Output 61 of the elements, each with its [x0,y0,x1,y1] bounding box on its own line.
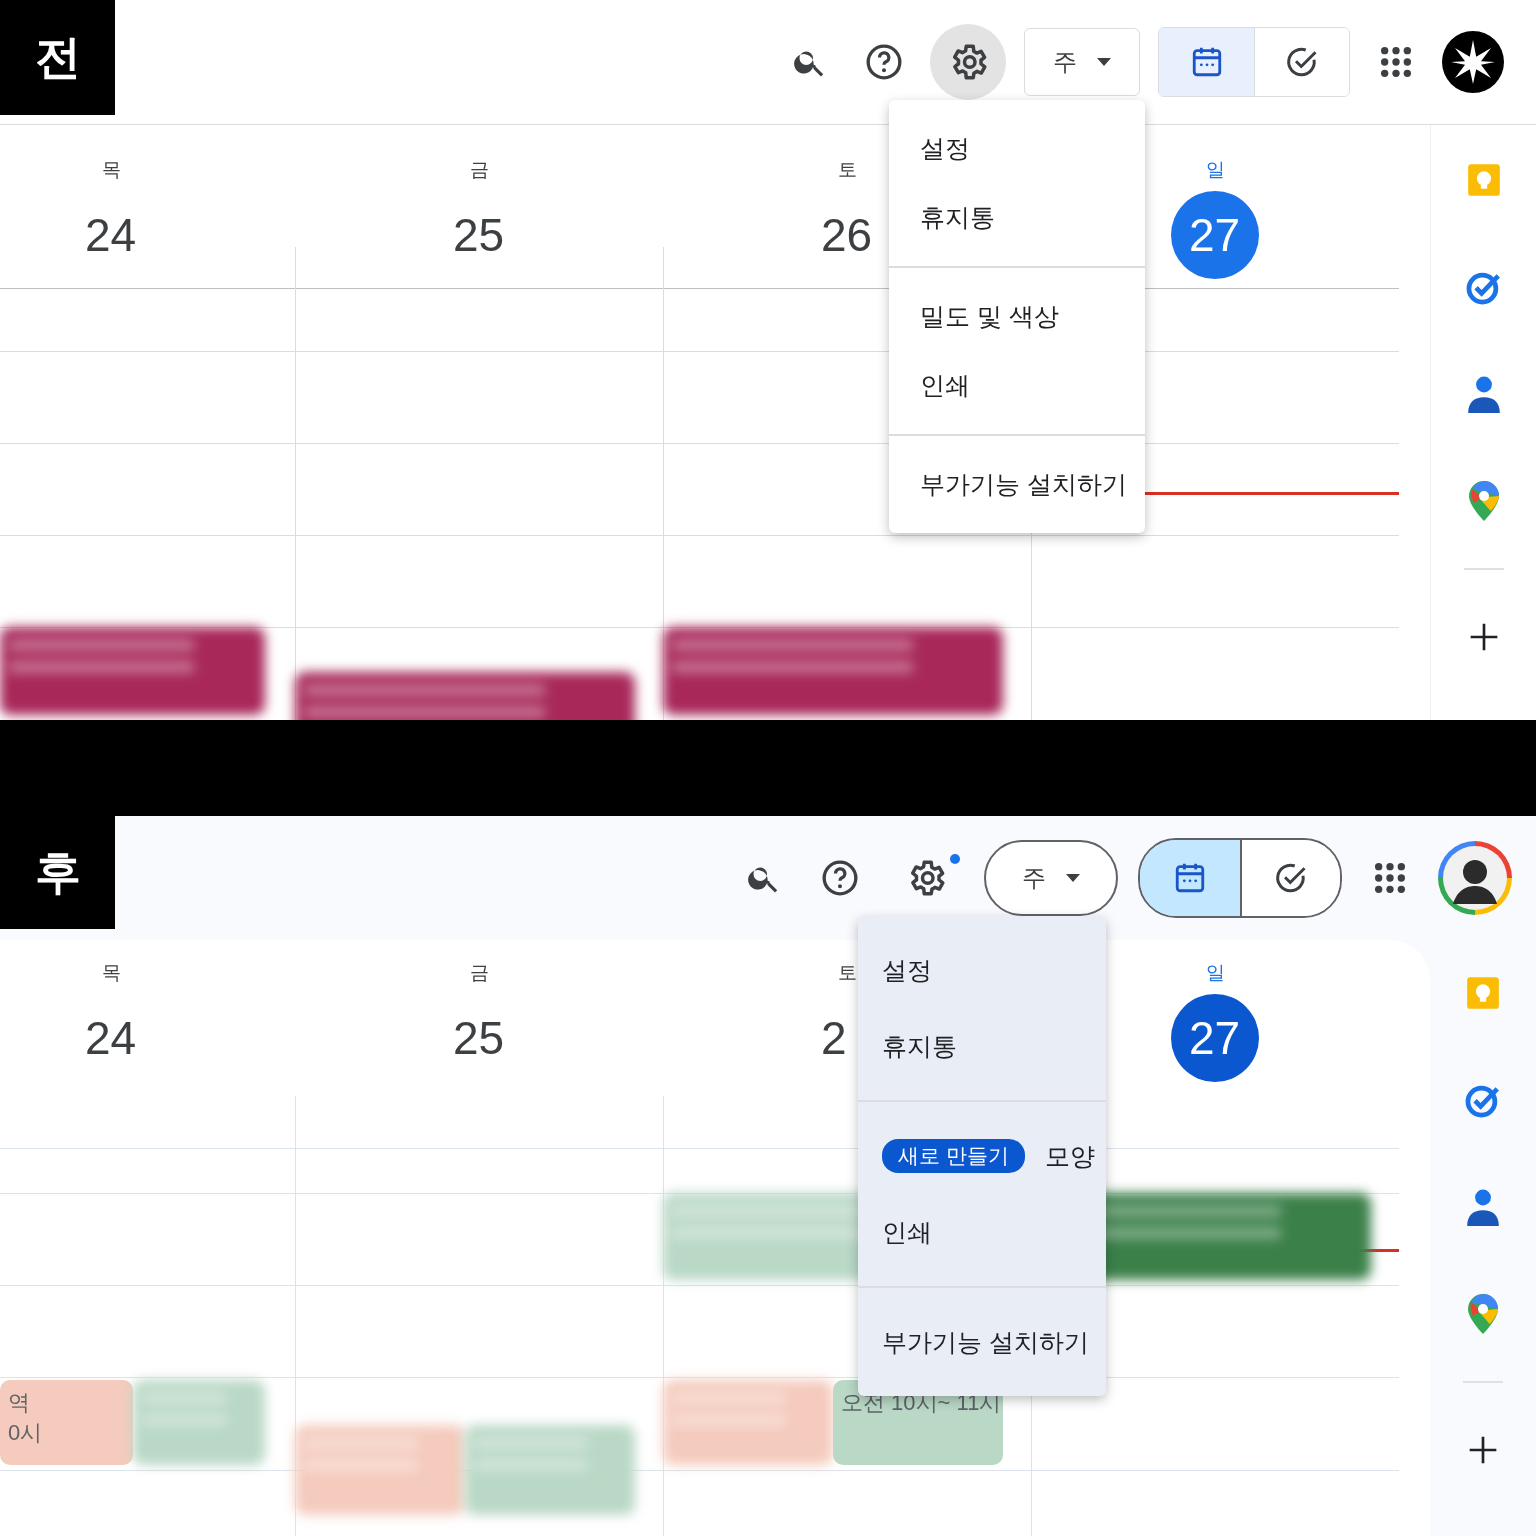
add-icon[interactable] [1467,1434,1499,1466]
menu-item-label: 인쇄 [920,370,970,401]
calendar-event[interactable] [0,627,265,715]
weekday-label: 일 [1205,158,1225,182]
event-title: 역 [8,1389,31,1417]
help-icon [864,42,904,82]
menu-item[interactable]: 휴지통 [858,1008,1106,1084]
map-pin-icon[interactable] [1468,1294,1498,1334]
caret-icon [1097,58,1111,66]
menu-item-label: 설정 [882,954,932,986]
event-time: 0시 [8,1419,44,1447]
date-number[interactable]: 25 [435,191,523,279]
notification-dot [950,854,960,864]
menu-item-label: 부가기능 설치하기 [920,469,1127,500]
date-number[interactable]: 26 [803,191,891,279]
menu-item[interactable]: 인쇄 [889,351,1145,420]
date-number[interactable]: 24 [67,994,155,1082]
weekday-label: 목 [101,961,121,985]
view-toggle-button[interactable] [1159,28,1254,96]
apps-grid-icon [1379,45,1413,79]
view-dropdown[interactable]: 주 [984,840,1118,916]
new-badge: 새로 만들기 [882,1139,1025,1173]
calendar-icon [1173,861,1207,895]
menu-item[interactable]: 휴지통 [889,183,1145,252]
weekday-label: 일 [1205,961,1225,985]
menu-item-label: 부가기능 설치하기 [882,1326,1089,1358]
menu-item-label: 설정 [920,133,970,164]
view-toggle-button[interactable] [1240,840,1340,916]
contacts-person-icon[interactable] [1466,1188,1500,1226]
view-dropdown[interactable]: 주 [1024,28,1140,96]
calendar-event[interactable] [663,627,1003,715]
map-pin-icon[interactable] [1468,481,1499,521]
menu-item[interactable]: 인쇄 [858,1194,1106,1270]
menu-item-label: 밀도 및 색상 [920,301,1059,332]
weekday-label: 토 [837,961,857,985]
menu-item-label: 휴지통 [920,202,995,233]
menu-item[interactable]: 설정 [858,932,1106,1008]
menu-item[interactable]: 새로 만들기 모양 [858,1118,1106,1194]
view-toggle-button[interactable] [1140,840,1240,916]
date-number[interactable]: 24 [67,191,155,279]
contacts-person-icon[interactable] [1466,375,1501,413]
menu-item[interactable]: 부가기능 설치하기 [889,450,1145,519]
menu-item[interactable]: 설정 [889,114,1145,183]
menu-item[interactable]: 밀도 및 색상 [889,282,1145,351]
calendar-event[interactable]: 역 0시 [0,1380,133,1465]
label-tag: 후 [0,816,115,929]
weekday-label: 토 [837,158,857,182]
menu-item-label: 휴지통 [882,1030,957,1062]
date-number[interactable]: 27 [1171,191,1259,279]
weekday-label: 금 [469,158,489,182]
date-number[interactable]: 27 [1171,994,1259,1082]
weekday-label: 금 [469,961,489,985]
menu-item-label: 모양 [1044,1140,1095,1172]
date-number[interactable]: 25 [435,994,523,1082]
caret-icon [1066,874,1080,882]
menu-item[interactable]: 부가기능 설치하기 [858,1304,1106,1380]
apps-grid-icon [1373,861,1407,895]
menu-item-label: 인쇄 [882,1216,932,1248]
weekday-label: 목 [101,158,121,182]
label-tag: 전 [0,0,115,115]
help-icon [820,858,860,898]
